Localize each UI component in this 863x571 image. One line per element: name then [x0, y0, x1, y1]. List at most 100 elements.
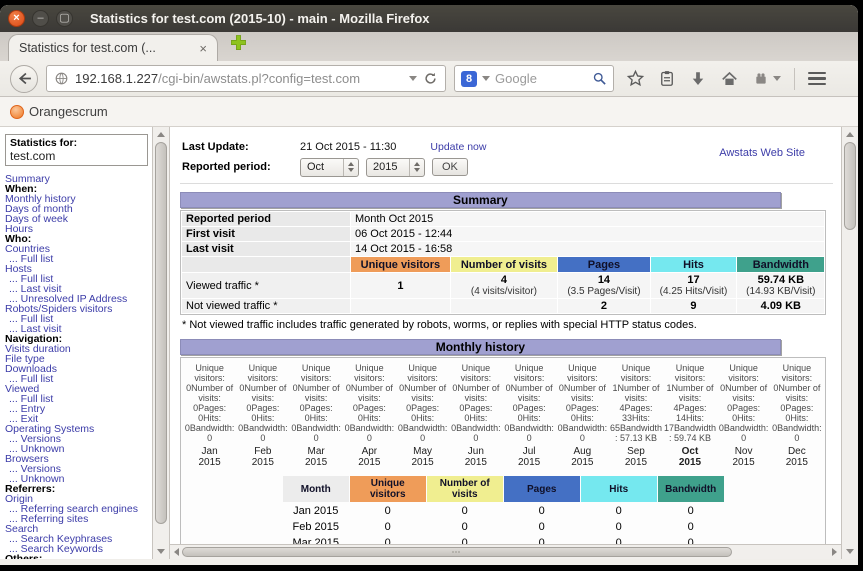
scroll-right-icon[interactable]	[832, 548, 837, 556]
sidebar-item[interactable]: Countries	[5, 244, 152, 254]
sidebar-item[interactable]: ... Exit	[5, 414, 152, 424]
window-title: Statistics for test.com (2015-10) - main…	[90, 11, 430, 26]
ok-button[interactable]: OK	[432, 158, 468, 176]
sidebar-item[interactable]: ... Last visit	[5, 284, 152, 294]
sidebar-item[interactable]: Hosts	[5, 264, 152, 274]
scroll-up-icon[interactable]	[846, 132, 854, 137]
header-bandwidth: Bandwidth	[737, 257, 825, 272]
url-bar[interactable]: 192.168.1.227/cgi-bin/awstats.pl?config=…	[46, 65, 446, 92]
window-minimize-button[interactable]: –	[32, 10, 49, 27]
tab-close-icon[interactable]: ×	[199, 41, 207, 56]
reported-period-label: Reported period:	[182, 161, 271, 173]
monthly-column-alt-text: Unique visitors: 0Number of visits: 0Pag…	[184, 363, 235, 443]
sidebar-item[interactable]: Monthly history	[5, 194, 152, 204]
scroll-down-icon[interactable]	[157, 549, 165, 554]
main-scrollbar-thumb[interactable]	[844, 142, 856, 230]
sidebar-item[interactable]: ... Search Keyphrases	[5, 534, 152, 544]
sidebar-item[interactable]: Days of month	[5, 204, 152, 214]
hits-column-header: Hits	[580, 476, 657, 502]
sidebar-item[interactable]: ... Entry	[5, 404, 152, 414]
sidebar-item[interactable]: Summary	[5, 174, 152, 184]
reload-icon[interactable]	[423, 71, 438, 86]
monthly-column-alt-text: Unique visitors: 1Number of visits: 4Pag…	[609, 363, 662, 443]
tab-statistics[interactable]: Statistics for test.com (... ×	[8, 34, 218, 61]
sidebar-item[interactable]: ... Full list	[5, 394, 152, 404]
sidebar-item[interactable]: Robots/Spiders visitors	[5, 304, 152, 314]
search-bar[interactable]: 8 Google	[454, 65, 614, 92]
sidebar-item[interactable]: ... Full list	[5, 254, 152, 264]
plugin-icon[interactable]	[752, 71, 770, 87]
sidebar-item[interactable]: ... Last visit	[5, 324, 152, 334]
update-now-link[interactable]: Update now	[430, 141, 486, 153]
month-column-header: Month	[282, 476, 349, 502]
sidebar-item[interactable]: ... Full list	[5, 274, 152, 284]
monthly-column-alt-text: Unique visitors: 0Number of visits: 0Pag…	[557, 363, 608, 443]
not-viewed-traffic-label: Not viewed traffic *	[182, 299, 350, 313]
sidebar-item[interactable]: Origin	[5, 494, 152, 504]
sidebar-item[interactable]: ... Unknown	[5, 444, 152, 454]
sidebar-scrollbar[interactable]	[152, 127, 170, 559]
sidebar-item[interactable]: ... Unresolved IP Address	[5, 294, 152, 304]
year-spinner[interactable]: 2015	[366, 157, 425, 177]
bookmark-orangescrum[interactable]: Orangescrum	[10, 104, 108, 119]
url-host: 192.168.1.227	[75, 71, 159, 86]
sidebar-item[interactable]: Downloads	[5, 364, 152, 374]
bookmarks-clipboard-icon[interactable]	[658, 69, 676, 88]
url-dropdown-icon[interactable]	[409, 76, 417, 81]
spin-up-icon[interactable]	[414, 162, 420, 166]
month-spinner[interactable]: Oct	[300, 157, 359, 177]
awstats-website-link[interactable]: Awstats Web Site	[719, 147, 805, 159]
sidebar-item[interactable]: ... Full list	[5, 314, 152, 324]
sidebar-item[interactable]: Days of week	[5, 214, 152, 224]
horizontal-scrollbar-thumb[interactable]	[182, 547, 733, 557]
downloads-icon[interactable]	[689, 70, 707, 88]
sidebar-item[interactable]: ... Full list	[5, 374, 152, 384]
sidebar-item: Navigation:	[5, 334, 63, 344]
window-close-button[interactable]: ×	[8, 10, 25, 27]
sidebar-item[interactable]: Visits duration	[5, 344, 152, 354]
summary-corner-cell	[182, 257, 350, 272]
sidebar-scrollbar-thumb[interactable]	[155, 142, 167, 524]
sidebar-item[interactable]: ... Search Keywords	[5, 544, 152, 554]
awstats-main-frame: Last Update: 21 Oct 2015 - 11:30 Update …	[170, 127, 841, 559]
search-icon[interactable]	[592, 71, 607, 86]
sidebar-item[interactable]: Browsers	[5, 454, 152, 464]
spin-up-icon[interactable]	[348, 162, 354, 166]
main-vertical-scrollbar[interactable]	[841, 127, 858, 559]
window-maximize-button[interactable]: ▢	[56, 10, 73, 27]
sidebar-item[interactable]: ... Referring search engines	[5, 504, 152, 514]
sidebar-item[interactable]: Operating Systems	[5, 424, 152, 434]
sidebar-item[interactable]: ... Versions	[5, 434, 152, 444]
header-pages: Pages	[558, 257, 650, 272]
bookmark-star-icon[interactable]	[626, 69, 645, 88]
sidebar-item[interactable]: ... Referring sites	[5, 514, 152, 524]
sidebar-item[interactable]: Viewed	[5, 384, 152, 394]
sidebar-item[interactable]: Search	[5, 524, 152, 534]
sidebar-item[interactable]: File type	[5, 354, 152, 364]
not-viewed-unique	[351, 299, 450, 313]
main-horizontal-scrollbar[interactable]	[170, 544, 841, 559]
scroll-left-icon[interactable]	[174, 548, 179, 556]
year-spinner-arrows[interactable]	[409, 158, 424, 176]
month-spinner-arrows[interactable]	[343, 158, 358, 176]
sidebar-item[interactable]: ... Versions	[5, 464, 152, 474]
plugin-dropdown-icon[interactable]	[773, 76, 781, 81]
search-engine-dropdown-icon[interactable]	[482, 76, 490, 81]
back-arrow-icon	[18, 72, 31, 85]
scroll-up-icon[interactable]	[157, 132, 165, 137]
home-icon[interactable]	[720, 70, 739, 88]
back-button[interactable]	[10, 64, 38, 93]
monthly-column-alt-text: Unique visitors: 1Number of visits: 4Pag…	[663, 363, 716, 443]
new-tab-button[interactable]	[230, 34, 247, 56]
sidebar-item[interactable]: ... Unknown	[5, 474, 152, 484]
header-hits: Hits	[650, 257, 737, 272]
scroll-down-icon[interactable]	[846, 549, 854, 554]
spin-down-icon[interactable]	[414, 168, 420, 172]
google-icon: 8	[461, 70, 477, 87]
month-value: Oct	[307, 160, 325, 173]
monthly-column-month: Jul 2015	[517, 446, 541, 468]
sidebar-item[interactable]: Hours	[5, 224, 152, 234]
spin-down-icon[interactable]	[348, 168, 354, 172]
menu-hamburger-icon[interactable]	[808, 71, 826, 86]
report-info-block: Last Update: 21 Oct 2015 - 11:30 Update …	[180, 133, 833, 184]
